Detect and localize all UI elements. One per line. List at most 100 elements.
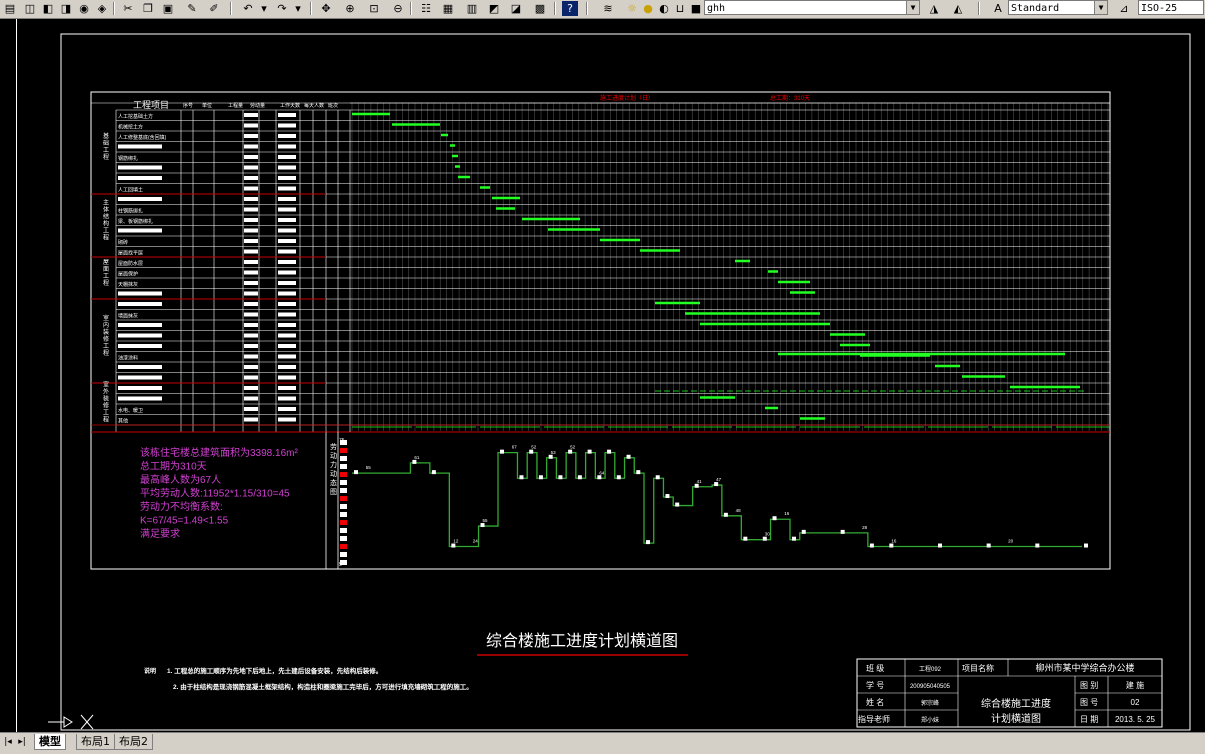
zoom-previous-icon[interactable]: ⊖ — [390, 1, 406, 16]
dim-style-combo[interactable]: ISO-25 — [1138, 0, 1204, 15]
cut-icon[interactable]: ✂ — [120, 1, 136, 16]
publish-icon[interactable]: ◧ — [40, 1, 56, 16]
labour-data-point — [723, 512, 728, 517]
gantt-labels: 工程项目 序号 单位 工程量 劳动量 工作天数 每天人数 班次 施工进度计划（日） 总工期：310… — [103, 94, 810, 425]
number-value: 02 — [1131, 698, 1140, 707]
gantt-column-header: 劳动量 — [250, 102, 265, 109]
calculator-icon[interactable]: ▩ — [532, 1, 548, 16]
labour-cell-block — [244, 281, 258, 285]
student-no-value: 200905040505 — [910, 684, 951, 690]
y-tick-label: 5 — [339, 562, 342, 568]
labour-cell-block — [244, 270, 258, 275]
match-properties-icon[interactable]: ✎ — [184, 1, 200, 16]
y-tick-mark — [340, 528, 347, 533]
y-tick-mark — [340, 512, 347, 517]
gantt-header-title: 工程项目 — [133, 100, 169, 110]
labour-series-line — [352, 452, 1082, 548]
labour-cell-block — [244, 197, 258, 201]
redo-icon[interactable]: ↷ — [274, 1, 290, 16]
labour-cell-block — [244, 144, 258, 149]
layer-color-icon[interactable]: ■ — [688, 1, 704, 16]
labour-cell-block — [244, 375, 258, 380]
summary-line: K=67/45=1.49<1.55 — [140, 516, 229, 527]
chevron-down-icon[interactable]: ▼ — [1094, 1, 1107, 14]
labour-data-point — [568, 449, 573, 454]
days-cell-block — [278, 260, 296, 264]
paste-icon[interactable]: ▣ — [160, 1, 176, 16]
layer-combo[interactable]: ghh ▼ — [704, 0, 920, 15]
chevron-down-icon[interactable]: ▼ — [906, 1, 919, 14]
labour-data-point — [519, 475, 524, 480]
data-label: 48 — [736, 508, 742, 513]
group-label: 室内装修工程 — [103, 314, 109, 357]
labour-cell-block — [244, 113, 258, 117]
days-cell-block — [278, 218, 296, 222]
plot-icon[interactable]: ◨ — [58, 1, 74, 16]
help-icon[interactable]: ? — [562, 1, 578, 16]
first-tab-icon[interactable]: |◂ — [2, 736, 14, 748]
gantt-column-header: 工作天数 — [280, 102, 300, 109]
student-no-label: 学 号 — [866, 680, 884, 690]
task-label: 屋面保护 — [118, 271, 138, 278]
labour-cell-block — [244, 249, 258, 254]
y-tick-mark — [340, 496, 347, 501]
redo-dropdown-icon[interactable]: ▾ — [290, 1, 306, 16]
days-cell-block — [278, 312, 296, 317]
tab-layout1[interactable]: 布局1 — [76, 734, 115, 750]
toolbar-separator — [113, 2, 115, 15]
task-label: 人工修整基底(含回填) — [118, 134, 167, 141]
days-cell-block — [278, 386, 296, 390]
lightbulb-icon[interactable]: ☼ — [624, 1, 640, 16]
model-space-canvas[interactable]: 工程项目 序号 单位 工程量 劳动量 工作天数 每天人数 班次 施工进度计划（日） 总工期：310… — [0, 19, 1205, 732]
gantt-rows — [91, 109, 1110, 433]
zoom-window-icon[interactable]: ⊡ — [366, 1, 382, 16]
days-cell-block — [278, 207, 296, 212]
days-cell-block — [278, 113, 296, 117]
last-tab-icon[interactable]: ▸| — [16, 736, 28, 748]
tool-palettes-icon[interactable]: ▥ — [464, 1, 480, 16]
task-label: 梁、板钢筋绑扎 — [118, 218, 153, 225]
undo-icon[interactable]: ↶ — [240, 1, 256, 16]
copy-icon[interactable]: ❐ — [140, 1, 156, 16]
lock-icon[interactable]: ⊔ — [672, 1, 688, 16]
labour-data-point — [714, 482, 719, 487]
undo-dropdown-icon[interactable]: ▾ — [256, 1, 272, 16]
print-icon[interactable]: ▤ — [2, 1, 18, 16]
zoom-realtime-icon[interactable]: ⊕ — [342, 1, 358, 16]
viewport-freeze-icon[interactable]: ◐ — [656, 1, 672, 16]
data-label: 61 — [414, 455, 420, 460]
tab-model[interactable]: 模型 — [34, 734, 66, 750]
summary-line: 最高峰人数为67人 — [140, 473, 221, 486]
y-tick-mark — [340, 544, 347, 549]
text-style-combo[interactable]: Standard ▼ — [1008, 0, 1108, 15]
y-tick-mark — [340, 504, 347, 509]
block-editor-icon[interactable]: ✐ — [206, 1, 222, 16]
pan-icon[interactable]: ✥ — [318, 1, 334, 16]
summary-line: 该栋住宅楼总建筑面积为3398.16m² — [140, 446, 298, 459]
data-label: 28 — [862, 525, 868, 530]
sun-freeze-icon[interactable]: ● — [640, 1, 656, 16]
labour-data-point — [636, 470, 641, 475]
markup-icon[interactable]: ◪ — [508, 1, 524, 16]
text-style-icon[interactable]: A — [990, 1, 1006, 16]
days-cell-block — [278, 228, 296, 233]
publish-web-icon[interactable]: ◈ — [94, 1, 110, 16]
3d-dwf-icon[interactable]: ◉ — [76, 1, 92, 16]
note-line: 1. 工程总的施工顺序为先地下后地上，先土建后设备安装，先结构后装修。 — [167, 666, 382, 675]
sheet-set-icon[interactable]: ◩ — [486, 1, 502, 16]
task-label-block — [118, 197, 162, 201]
class-value: 工程092 — [919, 665, 942, 673]
labour-data-point — [538, 475, 543, 480]
days-cell-block — [278, 323, 296, 327]
dim-style-icon[interactable]: ⊿ — [1116, 1, 1132, 16]
group-label: 室外装修工程 — [103, 381, 109, 424]
layer-previous-icon[interactable]: ◭ — [950, 1, 966, 16]
tab-layout2[interactable]: 布局2 — [114, 734, 153, 750]
layer-manager-icon[interactable]: ≋ — [600, 1, 616, 16]
data-label: 55 — [483, 518, 489, 523]
y-tick-mark — [340, 464, 347, 469]
design-center-icon[interactable]: ▦ — [440, 1, 456, 16]
preview-icon[interactable]: ◫ — [22, 1, 38, 16]
make-object-layer-current-icon[interactable]: ◮ — [926, 1, 942, 16]
properties-icon[interactable]: ☷ — [418, 1, 434, 16]
